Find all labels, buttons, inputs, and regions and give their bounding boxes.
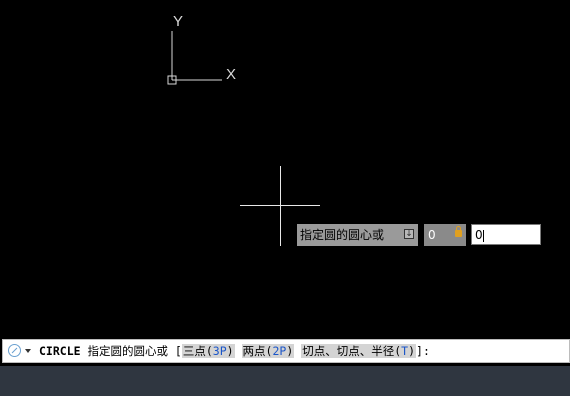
dynamic-input-prompt: 指定圆的圆心或 ↓ bbox=[297, 224, 418, 246]
chevron-down-icon[interactable] bbox=[25, 349, 31, 353]
option-open-bracket: [ bbox=[174, 344, 182, 358]
status-bar bbox=[0, 366, 570, 396]
x-field-value: 0 bbox=[428, 228, 436, 242]
ucs-x-label: X bbox=[226, 66, 236, 83]
dynamic-input-prompt-text: 指定圆的圆心或 bbox=[300, 228, 385, 242]
lock-icon bbox=[455, 226, 462, 237]
option-two-point[interactable]: 两点(2P) bbox=[241, 344, 295, 358]
ucs-y-label: Y bbox=[173, 13, 183, 30]
dynamic-input-y-field[interactable]: 0 bbox=[471, 224, 541, 245]
command-prompt: 指定圆的圆心或 bbox=[87, 344, 168, 358]
command-history-icon[interactable] bbox=[8, 344, 21, 357]
command-line[interactable]: CIRCLE 指定圆的圆心或 [三点(3P) 两点(2P) 切点、切点、半径(T… bbox=[2, 339, 570, 363]
text-caret bbox=[482, 229, 484, 242]
y-field-value: 0 bbox=[475, 228, 483, 242]
crosshair-cursor-vertical bbox=[280, 166, 281, 246]
drawing-canvas[interactable]: Y X 指定圆的圆心或 ↓ 0 0 bbox=[0, 0, 570, 338]
command-suffix: ]: bbox=[416, 344, 430, 358]
command-line-text: CIRCLE 指定圆的圆心或 [三点(3P) 两点(2P) 切点、切点、半径(T… bbox=[39, 340, 430, 362]
option-three-point[interactable]: 三点(3P) bbox=[181, 344, 235, 358]
dynamic-input-x-field[interactable]: 0 bbox=[424, 224, 466, 246]
crosshair-cursor-horizontal bbox=[240, 205, 320, 206]
command-name: CIRCLE bbox=[39, 344, 81, 358]
option-tan-tan-radius[interactable]: 切点、切点、半径(T) bbox=[301, 344, 417, 358]
ucs-icon: Y X bbox=[167, 13, 236, 85]
dropdown-arrow-icon[interactable]: ↓ bbox=[404, 229, 414, 239]
